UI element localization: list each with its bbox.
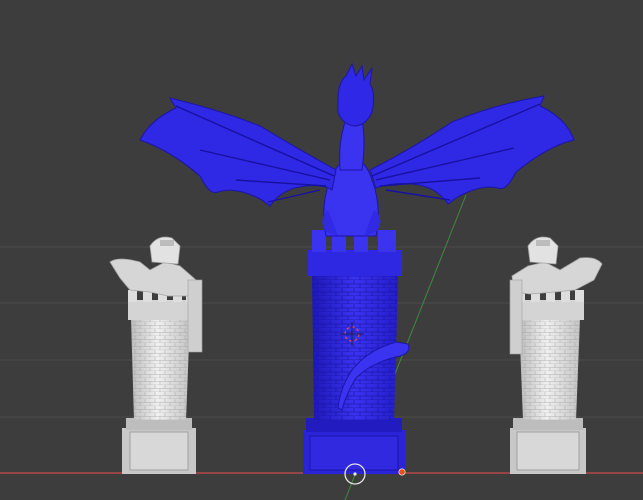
dragon-tower[interactable] (139, 62, 575, 474)
object-origin[interactable] (398, 468, 406, 476)
knight-tower-left[interactable] (109, 236, 203, 474)
knight-tower-right[interactable] (509, 236, 603, 474)
viewport-canvas[interactable] (0, 0, 643, 500)
3d-viewport[interactable] (0, 0, 643, 500)
